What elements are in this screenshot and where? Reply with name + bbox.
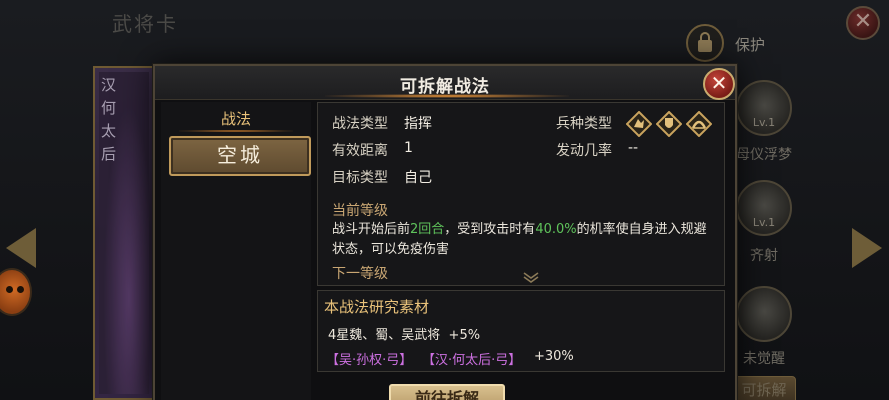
materials-title: 本战法研究素材 [324, 298, 430, 316]
general-card: 汉何太后 [93, 66, 155, 400]
background-split-button[interactable]: 可拆解 [732, 376, 796, 400]
current-level-heading: 当前等级 [332, 203, 388, 219]
general-card-label: 汉何太后 [101, 76, 117, 163]
skill-name: 齐射 [750, 248, 778, 264]
dialog-header: 可拆解战法 ✕ [155, 66, 735, 100]
chevron-down-icon[interactable] [522, 271, 540, 283]
research-materials-panel: 本战法研究素材 4星魏、蜀、吴武将 +5% 【吴·孙权·弓】 【汉·何太后·弓】… [317, 290, 725, 372]
materials-general-line: 4星魏、蜀、吴武将 +5% [328, 328, 481, 343]
close-icon[interactable]: ✕ [703, 68, 735, 100]
go-split-button[interactable]: 前往拆解 [389, 384, 505, 400]
header-glow [325, 94, 569, 98]
skill-level: Lv.1 [752, 216, 776, 229]
skill-name: 未觉醒 [743, 351, 785, 367]
range-label: 有效距离 [332, 143, 388, 159]
trigger-rate-value: -- [628, 140, 639, 156]
tactic-list-heading: 战法 [220, 110, 251, 128]
heading-divider [179, 130, 293, 132]
material-tag: 【汉·何太后·弓】 [422, 353, 522, 368]
next-level-heading: 下一等级 [332, 266, 388, 282]
background-close-button[interactable]: ✕ [846, 6, 880, 40]
trigger-rate-label: 发动几率 [556, 143, 612, 159]
next-arrow-icon[interactable] [852, 228, 882, 268]
tactic-list: 战法 空城 [161, 102, 311, 400]
target-value: 自己 [404, 170, 432, 186]
prev-arrow-icon[interactable] [6, 228, 36, 268]
skill-slot-3[interactable] [736, 286, 792, 342]
tactic-type-label: 战法类型 [332, 116, 388, 132]
tags-bonus: +30% [534, 349, 574, 364]
skill-slot-1[interactable]: Lv.1 [736, 80, 792, 136]
split-tactic-dialog: 可拆解战法 ✕ 战法 空城 战法类型 指挥 有效距离 1 目标类型 自己 兵种类… [153, 64, 737, 400]
materials-bonus: +5% [448, 328, 481, 343]
lock-button[interactable] [686, 24, 724, 62]
tactic-item-selected[interactable]: 空城 [169, 136, 311, 176]
lock-label: 保护 [735, 36, 766, 54]
troop-type-label: 兵种类型 [556, 116, 612, 132]
tactic-details-panel: 战法类型 指挥 有效距离 1 目标类型 自己 兵种类型 发动几率 -- 当前等级… [317, 102, 725, 286]
cavalry-icon [626, 111, 652, 137]
rounds-highlight: 2回合 [410, 222, 445, 237]
tactic-type-value: 指挥 [404, 116, 432, 132]
skill-slot-2[interactable]: Lv.1 [736, 180, 792, 236]
skill-name: 母仪浮梦 [736, 147, 792, 163]
target-label: 目标类型 [332, 170, 388, 186]
rate-highlight: 40.0% [535, 222, 577, 237]
range-value: 1 [404, 140, 413, 156]
shield-icon [656, 111, 682, 137]
background-title: 武将卡 [112, 12, 178, 36]
tactic-description: 战斗开始后前2回合，受到攻击时有40.0%的机率使自身进入规避 状态，可以免疫伤害 [332, 222, 707, 257]
archer-icon [686, 111, 712, 137]
material-tag: 【吴·孙权·弓】 [326, 353, 413, 368]
skill-level: Lv.1 [752, 116, 776, 129]
